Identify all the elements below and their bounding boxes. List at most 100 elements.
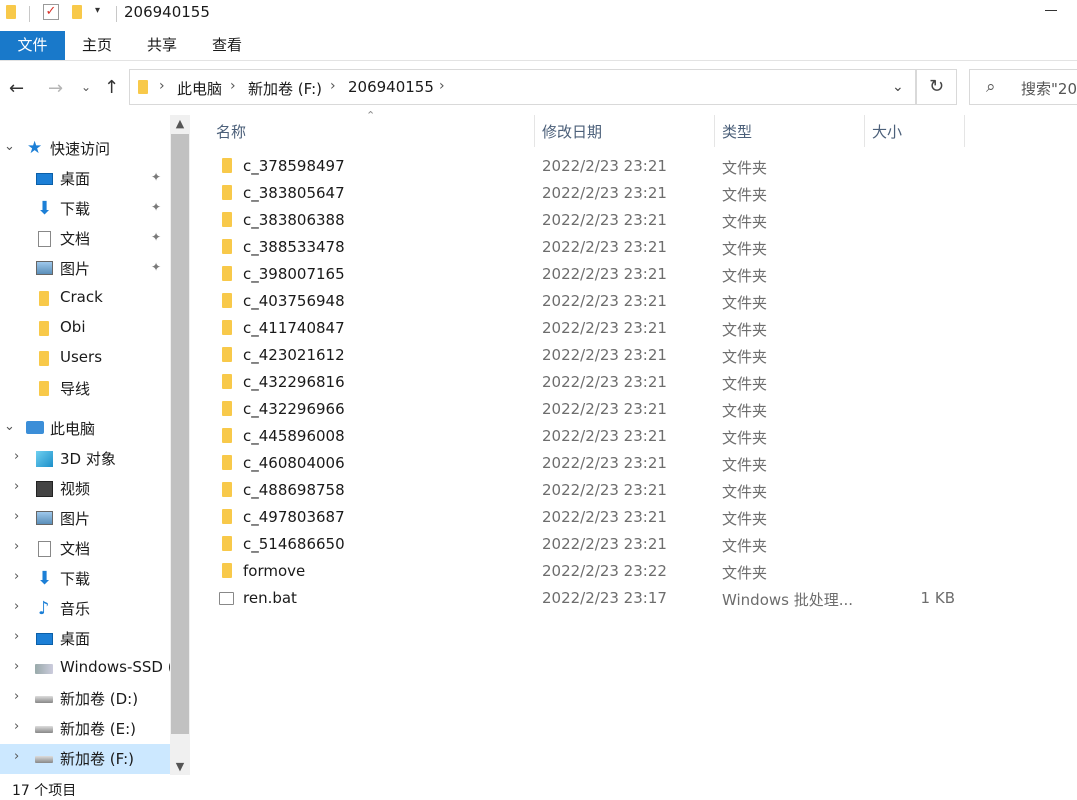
list-item[interactable]: c_423021612 2022/2/23 23:21 文件夹	[210, 343, 970, 370]
column-divider[interactable]	[714, 115, 715, 147]
pin-icon[interactable]: ✦	[151, 260, 161, 274]
scroll-up-icon[interactable]: ▲	[170, 115, 190, 132]
list-item[interactable]: c_398007165 2022/2/23 23:21 文件夹	[210, 262, 970, 289]
column-divider[interactable]	[964, 115, 965, 147]
nav-item-downloads[interactable]: ⬇ 下载 ✦	[0, 194, 170, 224]
nav-item-windows-ssd[interactable]: › Windows-SSD (	[0, 654, 170, 684]
list-item[interactable]: c_383805647 2022/2/23 23:21 文件夹	[210, 181, 970, 208]
file-date: 2022/2/23 23:21	[542, 292, 667, 310]
chevron-down-icon[interactable]: ⌄	[4, 419, 15, 434]
scroll-down-icon[interactable]: ▼	[170, 758, 190, 775]
list-item[interactable]: c_432296966 2022/2/23 23:21 文件夹	[210, 397, 970, 424]
chevron-right-icon[interactable]: ›	[14, 719, 19, 734]
back-arrow-icon[interactable]: ←	[9, 78, 24, 99]
tab-view[interactable]: 查看	[196, 31, 258, 60]
file-name: c_378598497	[243, 157, 345, 175]
nav-item-videos[interactable]: › 视频	[0, 474, 170, 504]
list-item[interactable]: c_388533478 2022/2/23 23:21 文件夹	[210, 235, 970, 262]
nav-item-music[interactable]: › ♪ 音乐	[0, 594, 170, 624]
nav-item-downloads-pc[interactable]: › ⬇ 下载	[0, 564, 170, 594]
tab-home[interactable]: 主页	[66, 31, 128, 60]
file-type: 文件夹	[722, 429, 768, 447]
chevron-right-icon[interactable]: ›	[14, 629, 19, 644]
chevron-right-icon[interactable]: ›	[14, 659, 19, 674]
navigation-pane: ⌄ ★ 快速访问 桌面 ✦ ⬇ 下载 ✦ 文档 ✦ 图片 ✦ Crack Obi…	[0, 115, 170, 775]
list-item[interactable]: c_460804006 2022/2/23 23:21 文件夹	[210, 451, 970, 478]
list-item[interactable]: c_378598497 2022/2/23 23:21 文件夹	[210, 154, 970, 181]
scrollbar-thumb[interactable]	[171, 134, 189, 734]
chevron-right-icon[interactable]: ›	[14, 749, 19, 764]
column-divider[interactable]	[864, 115, 865, 147]
list-item[interactable]: c_514686650 2022/2/23 23:21 文件夹	[210, 532, 970, 559]
list-item[interactable]: c_488698758 2022/2/23 23:21 文件夹	[210, 478, 970, 505]
list-item[interactable]: ren.bat 2022/2/23 23:17 Windows 批处理... 1…	[210, 586, 970, 613]
chevron-right-icon[interactable]: ›	[439, 78, 445, 94]
column-header-type[interactable]: 类型	[722, 121, 752, 142]
nav-item-users[interactable]: Users	[0, 344, 170, 374]
chevron-right-icon[interactable]: ›	[159, 78, 165, 94]
nav-label: 新加卷 (F:)	[60, 750, 134, 768]
forward-arrow-icon[interactable]: →	[48, 78, 63, 99]
nav-item-obi[interactable]: Obi	[0, 314, 170, 344]
breadcrumb-this-pc[interactable]: 此电脑	[177, 78, 222, 99]
nav-item-drive-e[interactable]: › 新加卷 (E:)	[0, 714, 170, 744]
nav-item-documents-pc[interactable]: › 文档	[0, 534, 170, 564]
tab-file[interactable]: 文件	[0, 31, 65, 60]
file-type: 文件夹	[722, 159, 768, 177]
pin-icon[interactable]: ✦	[151, 230, 161, 244]
list-item[interactable]: c_445896008 2022/2/23 23:21 文件夹	[210, 424, 970, 451]
list-item[interactable]: formove 2022/2/23 23:22 文件夹	[210, 559, 970, 586]
address-bar[interactable]: › 此电脑 › 新加卷 (F:) › 206940155 ›	[129, 69, 916, 105]
refresh-button[interactable]: ↻	[916, 69, 957, 105]
chevron-down-icon[interactable]: ⌄	[4, 139, 15, 154]
nav-scrollbar[interactable]: ▲ ▼	[170, 115, 190, 775]
properties-icon[interactable]: ✓	[43, 4, 59, 20]
recent-locations-chevron-icon[interactable]: ⌄	[81, 80, 91, 94]
column-header-name[interactable]: 名称	[216, 121, 246, 142]
quick-access-dropdown-icon[interactable]: ▾	[95, 5, 100, 16]
chevron-right-icon[interactable]: ›	[14, 599, 19, 614]
nav-item-pictures-pc[interactable]: › 图片	[0, 504, 170, 534]
pin-icon[interactable]: ✦	[151, 170, 161, 184]
chevron-right-icon[interactable]: ›	[14, 689, 19, 704]
breadcrumb-drive-f[interactable]: 新加卷 (F:)	[248, 78, 322, 99]
column-divider[interactable]	[534, 115, 535, 147]
column-header-size[interactable]: 大小	[872, 121, 902, 142]
nav-item-3d-objects[interactable]: › 3D 对象	[0, 444, 170, 474]
nav-label: 快速访问	[50, 140, 111, 158]
list-item[interactable]: c_411740847 2022/2/23 23:21 文件夹	[210, 316, 970, 343]
nav-item-daoxian[interactable]: 导线	[0, 374, 170, 404]
nav-item-pictures[interactable]: 图片 ✦	[0, 254, 170, 284]
nav-quick-access[interactable]: ⌄ ★ 快速访问	[0, 134, 170, 164]
list-item[interactable]: c_403756948 2022/2/23 23:21 文件夹	[210, 289, 970, 316]
minimize-button[interactable]	[1045, 10, 1057, 11]
nav-this-pc[interactable]: ⌄ 此电脑	[0, 414, 170, 444]
new-folder-icon[interactable]	[72, 5, 82, 19]
tab-share[interactable]: 共享	[131, 31, 193, 60]
chevron-right-icon[interactable]: ›	[14, 539, 19, 554]
chevron-right-icon[interactable]: ›	[14, 479, 19, 494]
up-arrow-icon[interactable]: ↑	[104, 77, 119, 98]
list-item[interactable]: c_383806388 2022/2/23 23:21 文件夹	[210, 208, 970, 235]
nav-item-drive-d[interactable]: › 新加卷 (D:)	[0, 684, 170, 714]
list-item[interactable]: c_432296816 2022/2/23 23:21 文件夹	[210, 370, 970, 397]
file-type: 文件夹	[722, 348, 768, 366]
nav-item-documents[interactable]: 文档 ✦	[0, 224, 170, 254]
nav-label: 文档	[60, 230, 91, 248]
chevron-right-icon[interactable]: ›	[330, 78, 336, 94]
nav-item-desktop[interactable]: 桌面 ✦	[0, 164, 170, 194]
chevron-right-icon[interactable]: ›	[14, 569, 19, 584]
column-header-date[interactable]: 修改日期	[542, 121, 602, 142]
list-item[interactable]: c_497803687 2022/2/23 23:21 文件夹	[210, 505, 970, 532]
chevron-right-icon[interactable]: ›	[230, 78, 236, 94]
nav-item-drive-f[interactable]: › 新加卷 (F:)	[0, 744, 170, 774]
pin-icon[interactable]: ✦	[151, 200, 161, 214]
nav-item-crack[interactable]: Crack	[0, 284, 170, 314]
chevron-right-icon[interactable]: ›	[14, 509, 19, 524]
nav-item-desktop-pc[interactable]: › 桌面	[0, 624, 170, 654]
search-input[interactable]: ⌕ 搜索"20	[969, 69, 1077, 105]
chevron-right-icon[interactable]: ›	[14, 449, 19, 464]
address-dropdown-chevron-icon[interactable]: ⌄	[892, 79, 904, 95]
file-type: 文件夹	[722, 402, 768, 420]
breadcrumb-folder[interactable]: 206940155	[348, 78, 434, 96]
